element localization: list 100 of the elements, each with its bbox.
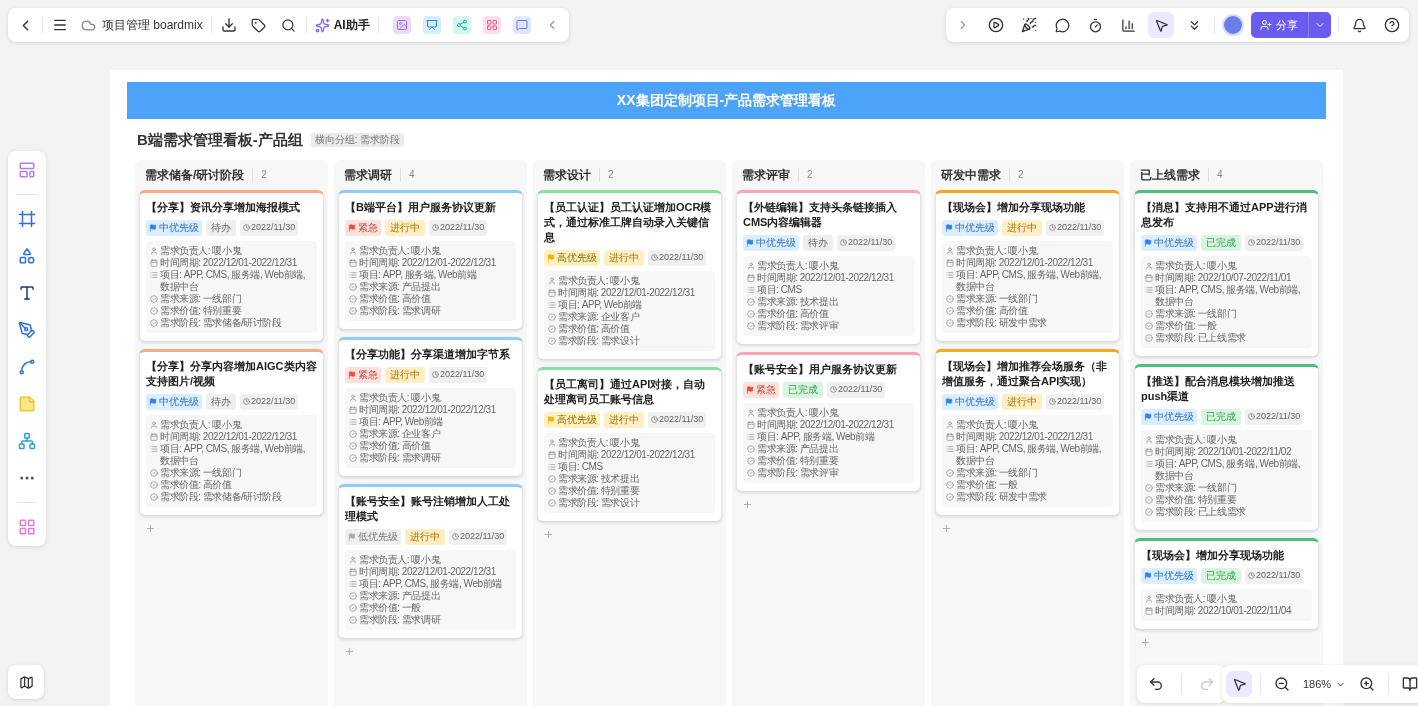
flag-icon [1144, 412, 1152, 421]
detail-text: 项目: APP, Web前端 [558, 298, 642, 311]
detail-text: 需求价值: 高价值 [757, 307, 829, 320]
due-date-tag: 2022/11/30 [1245, 567, 1304, 584]
person-icon [349, 393, 357, 402]
detail-text: 需求来源: 一线部门 [1155, 307, 1237, 320]
avatar[interactable] [1222, 14, 1244, 36]
due-date-tag: 2022/11/30 [240, 219, 299, 236]
detail-text: 需求价值: 高价值 [359, 439, 431, 452]
detail-text: 时间周期: 2022/12/01-2022/12/31 [956, 430, 1093, 443]
detail-text: 需求价值: 一般 [359, 601, 421, 614]
card-title: 【账号安全】账号注销增加人工处理模式 [345, 493, 511, 524]
due-date-tag: 2022/11/30 [1046, 219, 1105, 236]
requirement-card[interactable]: 【外链编辑】支持头条链接插入CMS内容编辑器 中优先级 待办 2022/11/30 需求负责人: 嗄小鬼 时间周期: 2022/12/01-2022/12/31 项目: CMS 需求来源: 技术提出 需求价值: 高价值 需求阶段: 需求评审 [736, 189, 921, 345]
clock-icon [1248, 239, 1255, 246]
ai-assistant-button[interactable]: AI助手 [310, 16, 374, 34]
share-button[interactable]: 分享 [1251, 12, 1331, 38]
column-title: 研发中需求 [941, 166, 1001, 184]
check-circle-icon [946, 468, 954, 477]
list-icon [747, 285, 755, 294]
detail-text: 时间周期: 2022/12/01-2022/12/31 [359, 256, 496, 269]
person-icon [946, 246, 954, 255]
requirement-card[interactable]: 【推送】配合消息模块增加推送push渠道 中优先级 已完成 2022/11/30 需求负责人: 嗄小鬼 时间周期: 2022/10/01-2022/11/02 项目: APP, CMS, 服务端, Web前端, 数据中台 需求来源: 一线部门 需求价值: 特别重要 需求阶段: 已上线需求 [1134, 363, 1319, 531]
pointer-icon[interactable] [1148, 12, 1174, 38]
presentation-app-icon[interactable] [422, 16, 441, 34]
person-icon [349, 246, 357, 255]
flag-icon [746, 238, 754, 247]
requirement-card[interactable]: 【分享】资讯分享增加海报模式 中优先级 待办 2022/11/30 需求负责人: 嗄小鬼 时间周期: 2022/12/01-2022/12/31 项目: APP, CMS, 服务端, Web前端, 数据中台 需求来源: 一线部门 需求价值: 特别重要 需求阶段: 需求储备/研讨阶段 [139, 189, 324, 342]
priority-tag: 低优先级 [345, 528, 401, 545]
requirement-card[interactable]: 【现场会】增加分享现场功能 中优先级 进行中 2022/11/30 需求负责人: 嗄小鬼 时间周期: 2022/12/01-2022/12/31 项目: APP, CMS, 服务端, Web前端, 数据中台 需求来源: 一线部门 需求价值: 高价值 需求阶段: 研发中需求 [935, 189, 1120, 342]
requirement-card[interactable]: 【分享功能】分享渠道增加字节系 紧急 进行中 2022/11/30 需求负责人: 嗄小鬼 时间周期: 2022/12/01-2022/12/31 项目: APP, Web前端 需求来源: 企业客户 需求价值: 高价值 需求阶段: 需求调研 [338, 336, 523, 477]
requirement-card[interactable]: 【员工认证】员工认证增加OCR模式，通过标准工牌自动录入关键信息 高优先级 进行中 2022/11/30 需求负责人: 嗄小鬼 时间周期: 2022/12/01-2022/12/31 项目: APP, Web前端 需求来源: 企业客户 需求价值: 高价值 需求阶段: 需求设计 [537, 189, 722, 360]
flag-icon [746, 385, 754, 394]
card-title: 【员工离司】通过API对接，自动处理离司员工账号信息 [544, 376, 707, 407]
flag-icon [945, 397, 953, 406]
person-icon [1145, 594, 1153, 603]
detail-text: 需求阶段: 需求设计 [558, 496, 640, 509]
due-date-tag: 2022/11/30 [1245, 408, 1304, 425]
status-tag: 进行中 [1002, 393, 1042, 410]
detail-text: 需求价值: 一般 [956, 478, 1018, 491]
detail-text: 需求来源: 一线部门 [160, 466, 242, 479]
file-name-button[interactable]: 项目管理 boardmix [77, 16, 207, 34]
priority-tag: 高优先级 [544, 411, 600, 428]
board-subtitle: B端需求管理看板-产品组 [137, 130, 303, 150]
detail-text: 需求来源: 技术提出 [757, 295, 839, 307]
priority-tag: 紧急 [345, 366, 381, 383]
detail-text: 需求负责人: 嗄小鬼 [160, 244, 242, 257]
requirement-card[interactable]: 【账号安全】账号注销增加人工处理模式 低优先级 进行中 2022/11/30 需求负责人: 嗄小鬼 时间周期: 2022/12/01-2022/12/31 项目: APP, CMS, 服务端, Web前端 需求来源: 产品提出 需求价值: 一般 需求阶段: 需求调研 [338, 483, 523, 639]
detail-text: 需求阶段: 需求设计 [558, 334, 640, 347]
check-circle-icon [349, 453, 357, 462]
calendar-icon [1145, 273, 1153, 282]
person-icon [1145, 435, 1153, 444]
flag-icon [547, 253, 555, 262]
list-icon [349, 270, 357, 279]
grid-app-icon[interactable] [482, 16, 501, 34]
priority-tag: 中优先级 [743, 234, 799, 251]
detail-text: 需求来源: 企业客户 [558, 310, 640, 323]
detail-text: 项目: APP, CMS, 服务端, Web前端, 数据中台 [1155, 283, 1302, 308]
requirement-card[interactable]: 【分享】分享内容增加AIGC类内容支持图片/视频 中优先级 待办 2022/11/30 需求负责人: 嗄小鬼 时间周期: 2022/12/01-2022/12/31 项目: APP, CMS, 服务端, Web前端, 数据中台 需求来源: 一线部门 需求价值: 高价值 需求阶段: 需求储备/研讨阶段 [139, 348, 324, 516]
detail-text: 需求阶段: 需求调研 [359, 613, 441, 626]
requirement-card[interactable]: 【现场会】增加推荐会场服务（非增值服务，通过聚合API实现） 中优先级 进行中 2022/11/30 需求负责人: 嗄小鬼 时间周期: 2022/12/01-2022/12/31 项目: APP, CMS, 服务端, Web前端, 数据中台 需求来源: 一线部门 需求价值: 一般 需求阶段: 研发中需求 [935, 348, 1120, 516]
priority-tag: 中优先级 [1141, 567, 1197, 584]
column-count: 2 [608, 168, 614, 182]
card-title: 【现场会】增加分享现场功能 [1141, 547, 1285, 563]
requirement-card[interactable]: 【消息】支持用不通过APP进行消息发布 中优先级 已完成 2022/11/30 需求负责人: 嗄小鬼 时间周期: 2022/10/07-2022/11/01 项目: APP, CMS, 服务端, Web前端, 数据中台 需求来源: 一线部门 需求价值: 一般 需求阶段: 已上线需求 [1134, 189, 1319, 357]
clock-icon [830, 386, 837, 393]
detail-text: 需求负责人: 嗄小鬼 [558, 274, 640, 287]
list-icon [349, 579, 357, 588]
detail-text: 需求负责人: 嗄小鬼 [956, 244, 1038, 257]
detail-text: 需求阶段: 需求调研 [359, 304, 441, 317]
requirement-card[interactable]: 【账号安全】用户服务协议更新 紧急 已完成 2022/11/30 需求负责人: 嗄小鬼 时间周期: 2022/12/01-2022/12/31 项目: APP, 服务端, Web前端 需求来源: 产品提出 需求价值: 特别重要 需求阶段: 需求评审 [736, 351, 921, 492]
image-app-icon[interactable] [392, 16, 411, 34]
detail-text: 需求来源: 一线部门 [956, 466, 1038, 479]
chat-app-icon[interactable] [512, 16, 531, 34]
priority-tag: 中优先级 [146, 393, 202, 410]
detail-text: 项目: APP, CMS, 服务端, Web前端, 数据中台 [1155, 457, 1302, 482]
detail-text: 项目: APP, CMS, 服务端, Web前端 [359, 577, 502, 590]
detail-text: 项目: APP, CMS, 服务端, Web前端, 数据中台 [956, 442, 1103, 467]
check-circle-icon [349, 282, 357, 291]
detail-text: 需求阶段: 需求评审 [757, 319, 839, 332]
detail-text: 需求负责人: 嗄小鬼 [1155, 259, 1237, 272]
detail-text: 需求负责人: 嗄小鬼 [757, 406, 839, 419]
list-icon [150, 270, 158, 279]
list-icon [1145, 285, 1153, 294]
check-circle-icon [349, 615, 357, 624]
detail-text: 需求负责人: 嗄小鬼 [757, 259, 839, 272]
priority-tag: 高优先级 [544, 249, 600, 266]
check-circle-icon [150, 492, 158, 501]
clock-icon [1248, 572, 1255, 579]
detail-text: 需求价值: 高价值 [956, 304, 1028, 317]
column-count: 4 [409, 168, 415, 182]
requirement-card[interactable]: 【现场会】增加分享现场功能 中优先级 已完成 2022/11/30 需求负责人: 嗄小鬼 时间周期: 2022/10/01-2022/11/04 [1134, 537, 1319, 630]
select-tool-icon[interactable] [1226, 671, 1252, 697]
detail-text: 时间周期: 2022/12/01-2022/12/31 [359, 565, 496, 578]
detail-text: 时间周期: 2022/10/01-2022/11/04 [1155, 604, 1292, 617]
requirement-card[interactable]: 【员工离司】通过API对接，自动处理离司员工账号信息 高优先级 进行中 2022/11/30 需求负责人: 嗄小鬼 时间周期: 2022/12/01-2022/12/31 项目: CMS 需求来源: 技术提出 需求价值: 特别重要 需求阶段: 需求设计 [537, 366, 722, 522]
detail-text: 需求负责人: 嗄小鬼 [359, 391, 441, 404]
zoom-level-dropdown[interactable]: 186% [1303, 675, 1347, 693]
check-circle-icon [747, 468, 755, 477]
requirement-card[interactable]: 【B端平台】用户服务协议更新 紧急 进行中 2022/11/30 需求负责人: 嗄小鬼 时间周期: 2022/12/01-2022/12/31 项目: APP, 服务端, Web前端 需求来源: 产品提出 需求价值: 高价值 需求阶段: 需求调研 [338, 189, 523, 330]
